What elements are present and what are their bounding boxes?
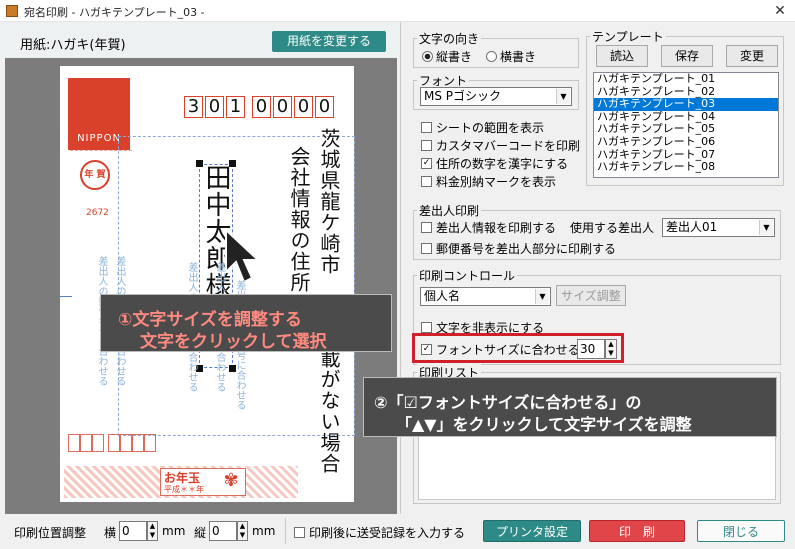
font-select[interactable]: MS Pゴシック ▼	[420, 87, 572, 106]
sender-zip-box	[144, 434, 156, 452]
vertical-spinner[interactable]: ▲ ▼	[237, 521, 248, 541]
print-control-legend: 印刷コントロール	[417, 267, 518, 284]
size-adjust-button[interactable]: サイズ調整	[556, 285, 626, 306]
load-template-button[interactable]: 読込	[596, 45, 648, 67]
stamp-number: 2672	[86, 208, 109, 218]
close-button[interactable]: 閉じる	[697, 520, 785, 542]
sender-zip-box	[120, 434, 132, 452]
sender-select[interactable]: 差出人01 ▼	[662, 218, 775, 237]
zip-digit-box: 0	[294, 96, 313, 118]
zip-digit-box: 3	[184, 96, 203, 118]
print-postal-label: 郵便番号を差出人部分に印刷する	[436, 242, 617, 256]
divider	[400, 22, 401, 514]
template-list-item[interactable]: ハガキテンプレート_08	[594, 161, 778, 174]
zip-digit-box: 0	[315, 96, 334, 118]
template-legend: テンプレート	[590, 28, 666, 45]
font-value: MS Pゴシック	[424, 89, 502, 103]
sender-zip-box	[108, 434, 120, 452]
callout-2-line-1: ②「☑フォントサイズに合わせる」の	[374, 393, 642, 412]
horizontal-label: 横	[104, 526, 117, 540]
option-checkbox[interactable]	[421, 122, 432, 133]
option-checkbox[interactable]	[421, 140, 432, 151]
option-label: カスタマバーコードを印刷	[436, 139, 581, 153]
print-sender-label: 差出人情報を印刷する	[436, 221, 557, 235]
print-field-select[interactable]: 個人名 ▼	[420, 287, 551, 306]
sender-zip-box	[92, 434, 104, 452]
bottom-divider	[285, 518, 286, 544]
horizontal-offset-input[interactable]: 0	[119, 521, 147, 541]
chevron-down-icon: ▼	[759, 220, 773, 235]
zip-digit-box: 0	[273, 96, 292, 118]
horizontal-spinner[interactable]: ▲ ▼	[147, 521, 158, 541]
use-sender-label: 使用する差出人	[570, 221, 655, 235]
fit-font-label: フォントサイズに合わせる	[436, 343, 580, 357]
fit-font-checkbox[interactable]: ✓	[421, 344, 432, 355]
mouse-cursor-icon	[225, 228, 261, 284]
address-line-2: 会社情報の住所	[287, 146, 311, 293]
option-label: 料金別納マークを表示	[436, 175, 557, 189]
option-checkbox[interactable]	[421, 176, 432, 187]
guide-tick	[60, 296, 72, 297]
font-size-spinner[interactable]: ▲ ▼	[605, 339, 617, 359]
template-list[interactable]: ハガキテンプレート_01 ハガキテンプレート_02 ハガキテンプレート_03 ハガキテ…	[593, 72, 779, 178]
zip-digit-box: 0	[205, 96, 224, 118]
paper-label: 用紙:ハガキ(年賀)	[20, 38, 126, 53]
sender-zip-box	[132, 434, 144, 452]
record-checkbox[interactable]	[294, 527, 305, 538]
font-size-input[interactable]: 30	[577, 339, 605, 359]
close-icon[interactable]: ✕	[770, 2, 790, 20]
vertical-offset-input[interactable]: 0	[209, 521, 237, 541]
radio-vertical[interactable]	[422, 51, 433, 62]
position-label: 印刷位置調整	[14, 526, 87, 540]
vertical-label: 縦	[194, 526, 207, 540]
horizontal-unit: mm	[162, 524, 186, 538]
nenga-mark: 年 賀	[80, 160, 110, 190]
otoshidama-subtitle: 平成＊＊年	[164, 485, 204, 494]
chevron-down-icon: ▼	[556, 89, 570, 104]
template-list-item[interactable]: ハガキテンプレート_03	[594, 98, 778, 111]
address-line-1: 茨城県龍ケ崎市	[317, 128, 341, 275]
option-label: 住所の数字を漢字にする	[436, 157, 569, 171]
radio-horizontal-label: 横書き	[500, 50, 537, 64]
print-postal-checkbox[interactable]	[421, 243, 432, 254]
fan-icon: ✾	[223, 470, 239, 491]
hide-text-checkbox[interactable]	[421, 322, 432, 333]
change-paper-button[interactable]: 用紙を変更する	[272, 31, 386, 52]
print-field-value: 個人名	[424, 289, 461, 303]
chevron-down-icon: ▼	[535, 289, 549, 304]
option-label: シートの範囲を表示	[436, 121, 545, 135]
orientation-legend: 文字の向き	[417, 30, 482, 47]
print-sender-checkbox[interactable]	[421, 222, 432, 233]
record-label: 印刷後に送受記録を入力する	[309, 526, 466, 540]
title-bar: 宛名印刷 - ハガキテンプレート_03 - ✕	[0, 0, 795, 22]
window-title: 宛名印刷 - ハガキテンプレート_03 -	[24, 6, 205, 19]
nenga-text: 年 賀	[84, 170, 106, 180]
save-template-button[interactable]: 保存	[661, 45, 713, 67]
app-icon	[6, 5, 18, 17]
sender-zip-box	[80, 434, 92, 452]
radio-vertical-label: 縦書き	[436, 50, 473, 64]
change-template-button[interactable]: 変更	[726, 45, 778, 67]
vertical-unit: mm	[252, 524, 276, 538]
zip-digit-box: 1	[226, 96, 245, 118]
sender-legend: 差出人印刷	[417, 202, 482, 219]
address-line-1-continued: 載がない場合	[317, 348, 341, 474]
zip-digit-box: 0	[252, 96, 271, 118]
template-list-item[interactable]: ハガキテンプレート_06	[594, 135, 778, 149]
sender-value: 差出人01	[666, 220, 718, 234]
sender-zip-box	[68, 434, 80, 452]
print-button[interactable]: 印 刷	[589, 520, 685, 542]
radio-horizontal[interactable]	[486, 51, 497, 62]
printer-settings-button[interactable]: プリンタ設定	[483, 520, 581, 542]
template-list-item[interactable]: ハガキテンプレート_01	[594, 73, 778, 86]
callout-1-line-2: 文字をクリックして選択	[140, 332, 327, 352]
option-checkbox[interactable]: ✓	[421, 158, 432, 169]
callout-2-line-2: 「▲▼」をクリックして文字サイズを調整	[396, 415, 692, 434]
